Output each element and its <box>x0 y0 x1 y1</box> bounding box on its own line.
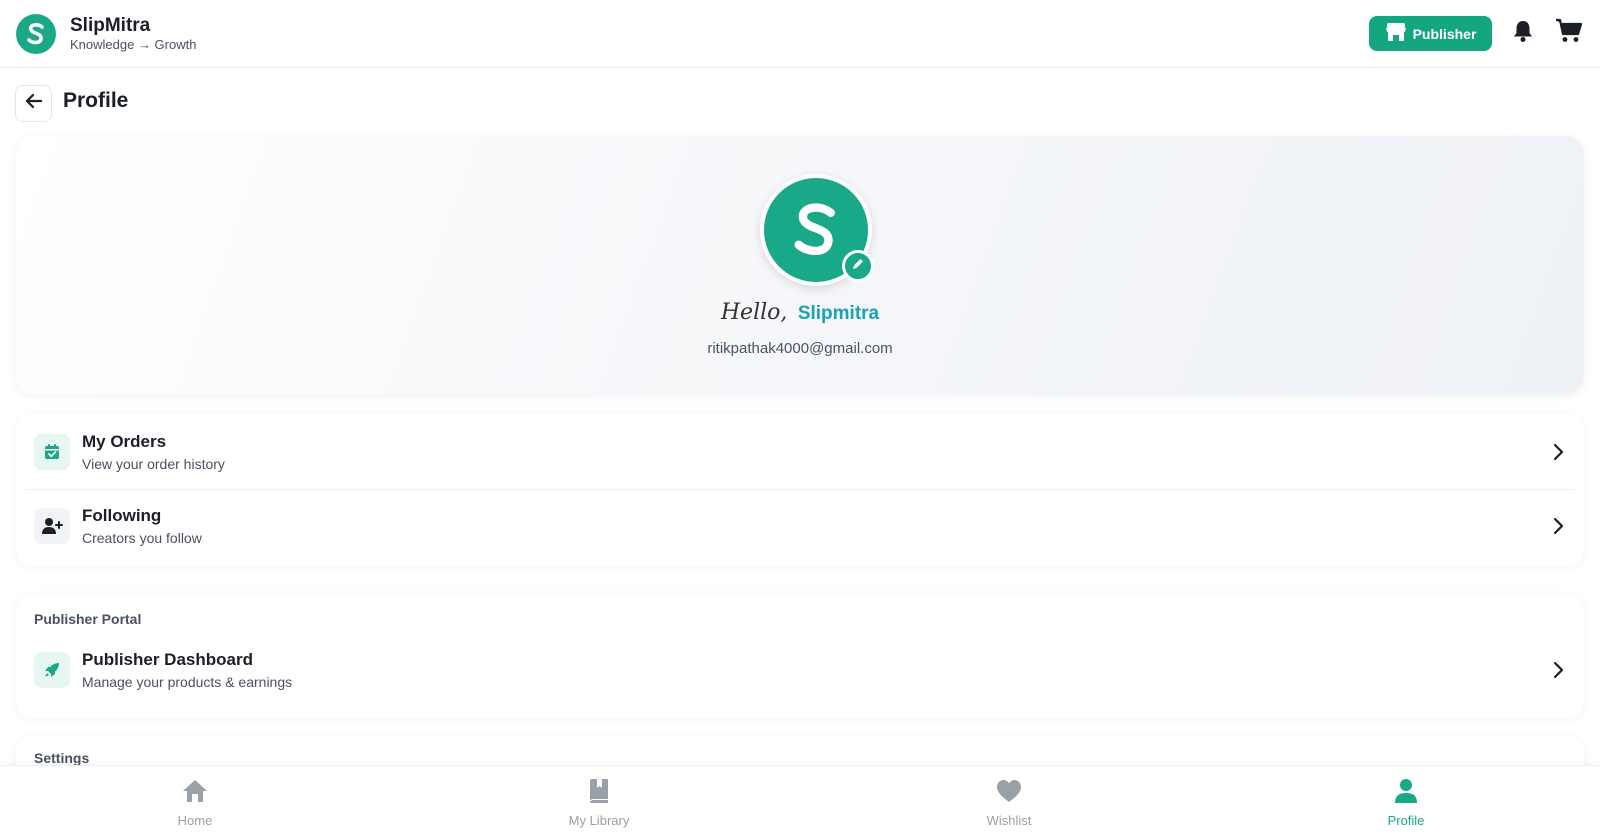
menu-item-subtitle: View your order history <box>82 455 225 472</box>
header-actions: Publisher <box>1369 16 1584 51</box>
nav-label: Home <box>177 813 213 828</box>
publisher-button-label: Publisher <box>1412 25 1477 42</box>
section-label-settings: Settings <box>34 750 90 766</box>
nav-item-wishlist[interactable]: Wishlist <box>949 778 1069 828</box>
back-button[interactable] <box>15 85 52 122</box>
heart-icon <box>995 778 1023 809</box>
brand-block[interactable]: SlipMitra Knowledge → Growth <box>70 15 196 53</box>
page-title: Profile <box>63 89 129 112</box>
nav-item-my-library[interactable]: My Library <box>539 778 659 828</box>
rocket-icon <box>34 652 70 688</box>
menu-item-publisher-dashboard[interactable]: Publisher Dashboard Manage your products… <box>16 634 1584 706</box>
publisher-portal-card: Publisher Portal Publisher Dashboard Man… <box>16 594 1584 718</box>
arrow-left-icon <box>25 93 43 114</box>
menu-item-text: Following Creators you follow <box>82 505 202 548</box>
menu-item-my-orders[interactable]: My Orders View your order history <box>16 416 1584 488</box>
top-header: SlipMitra Knowledge → Growth Publisher <box>0 0 1600 68</box>
profile-name: Slipmitra <box>797 303 880 324</box>
menu-item-text: Publisher Dashboard Manage your products… <box>82 649 292 692</box>
nav-label: My Library <box>568 813 630 828</box>
chevron-right-icon <box>1548 442 1568 462</box>
nav-item-profile[interactable]: Profile <box>1346 778 1466 828</box>
account-menu-card: My Orders View your order history Follow… <box>16 414 1584 566</box>
calendar-check-icon <box>34 434 70 470</box>
pencil-icon <box>851 257 865 276</box>
menu-item-subtitle: Creators you follow <box>82 529 202 546</box>
bell-icon <box>1512 19 1534 48</box>
chevron-right-icon <box>1548 660 1568 680</box>
brand-name: SlipMitra <box>70 14 151 36</box>
greeting-text: Hello, <box>720 300 788 325</box>
notifications-button[interactable] <box>1508 19 1538 49</box>
menu-item-subtitle: Manage your products & earnings <box>82 673 293 690</box>
user-icon <box>1393 778 1419 809</box>
brand-tagline: Knowledge → Growth <box>70 36 197 52</box>
greeting: Hello, Slipmitra <box>16 300 1584 325</box>
store-icon <box>1385 22 1407 45</box>
menu-item-title: Following <box>82 505 162 525</box>
bottom-navigation: Home My Library Wishlist Profile <box>0 765 1600 839</box>
section-label-publisher-portal: Publisher Portal <box>34 611 142 627</box>
menu-item-title: Publisher Dashboard <box>82 649 253 669</box>
nav-item-home[interactable]: Home <box>135 778 255 828</box>
nav-label: Profile <box>1387 813 1425 828</box>
avatar[interactable] <box>760 174 874 286</box>
chevron-right-icon <box>1548 516 1568 536</box>
cart-icon <box>1555 18 1583 49</box>
home-icon <box>181 778 209 809</box>
edit-avatar-button[interactable] <box>842 250 874 282</box>
user-plus-icon <box>34 508 70 544</box>
profile-card: Hello, Slipmitra ritikpathak4000@gmail.c… <box>16 136 1584 394</box>
menu-item-title: My Orders <box>82 431 167 451</box>
book-icon <box>587 778 611 809</box>
menu-item-text: My Orders View your order history <box>82 431 225 474</box>
menu-item-following[interactable]: Following Creators you follow <box>16 490 1584 562</box>
slipmitra-logo-icon[interactable] <box>16 13 56 54</box>
publisher-button[interactable]: Publisher <box>1369 16 1492 51</box>
profile-email: ritikpathak4000@gmail.com <box>707 340 893 357</box>
cart-button[interactable] <box>1554 18 1584 49</box>
nav-label: Wishlist <box>986 813 1032 828</box>
